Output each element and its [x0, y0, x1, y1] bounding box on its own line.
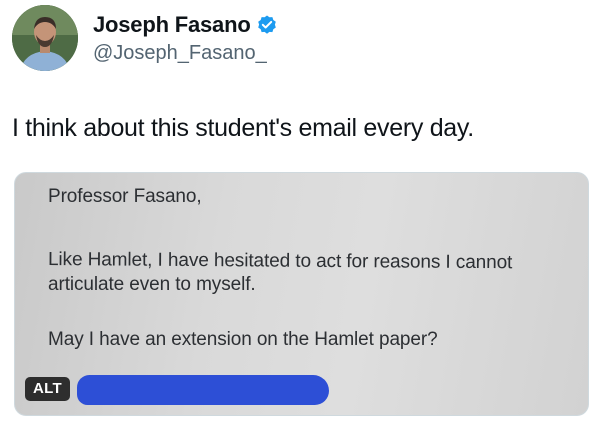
- email-body-line: Like Hamlet, I have hesitated to act for…: [47, 249, 513, 274]
- email-body-line: articulate even to myself.: [48, 274, 256, 295]
- redaction-mark: [77, 375, 329, 405]
- author-handle[interactable]: @Joseph_Fasano_: [93, 42, 267, 65]
- alt-text-badge[interactable]: ALT: [25, 377, 70, 401]
- tweet-header: Joseph Fasano @Joseph_Fasano_: [12, 5, 588, 75]
- author-display-name[interactable]: Joseph Fasano: [93, 12, 251, 38]
- tweet-media-image[interactable]: Professor Fasano, Like Hamlet, I have he…: [14, 172, 589, 416]
- verified-badge-icon: [256, 14, 278, 36]
- email-request-line: May I have an extension on the Hamlet pa…: [48, 329, 438, 350]
- tweet-text: I think about this student's email every…: [12, 114, 474, 142]
- email-greeting: Professor Fasano,: [48, 186, 202, 207]
- author-name-row: Joseph Fasano: [93, 11, 278, 39]
- avatar[interactable]: [12, 5, 78, 71]
